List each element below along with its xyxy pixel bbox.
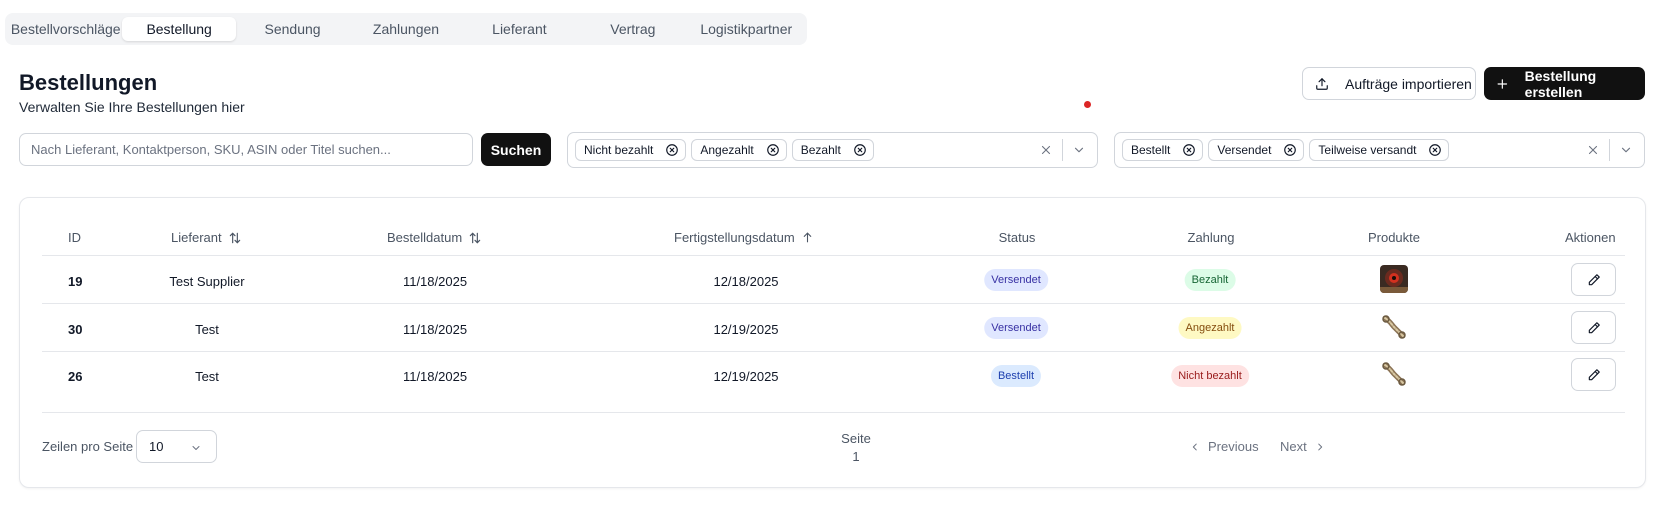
clear-icon[interactable] [1038, 142, 1054, 158]
column-header-fertigstellungsdatum[interactable]: Fertigstellungsdatum [674, 230, 814, 245]
create-order-label: Bestellung erstellen [1524, 67, 1597, 100]
chevron-left-icon [1192, 443, 1197, 450]
page-label: Seite [841, 431, 871, 446]
chevron-down-icon [192, 446, 200, 450]
page-number: 1 [852, 449, 860, 464]
column-header-id: ID [68, 230, 81, 245]
arrow-up-icon [803, 232, 811, 243]
remove-circle-icon[interactable] [1428, 143, 1442, 157]
row-divider [42, 303, 1625, 304]
sort-icon [229, 232, 240, 243]
cell-completion-date: 12/19/2025 [713, 322, 779, 337]
row-divider [42, 351, 1625, 352]
tab-bar: Bestellvorschläge Bestellung Sendung Zah… [5, 13, 807, 45]
payment-filter-select[interactable]: Nicht bezahlt Angezahlt Bezahlt [567, 132, 1098, 168]
tab-sendung[interactable]: Sendung [236, 17, 349, 41]
tab-vertrag[interactable]: Vertrag [576, 17, 689, 41]
tab-lieferant[interactable]: Lieferant [463, 17, 576, 41]
rope-product-thumbnail[interactable] [1380, 313, 1408, 341]
payment-badge: Nicht bezahlt [1171, 365, 1249, 387]
search-button[interactable]: Suchen [481, 133, 551, 166]
sort-icon [469, 232, 481, 243]
remove-circle-icon[interactable] [1182, 143, 1196, 157]
rows-per-page-select[interactable]: 10 [136, 430, 217, 463]
payment-badge: Angezahlt [1178, 317, 1242, 339]
divider [1609, 139, 1610, 161]
filter-chip-angezahlt: Angezahlt [691, 139, 787, 161]
column-header-produkte: Produkte [1367, 230, 1421, 245]
pencil-icon [1588, 273, 1600, 285]
cell-id: 30 [68, 322, 83, 337]
chevron-down-icon[interactable] [1618, 142, 1634, 158]
edit-button[interactable] [1571, 358, 1616, 391]
remove-circle-icon[interactable] [1283, 143, 1297, 157]
pencil-icon [1588, 321, 1600, 333]
cell-id: 26 [68, 369, 83, 384]
status-badge: Bestellt [990, 365, 1042, 387]
next-page-button[interactable]: Next [1280, 439, 1325, 454]
notification-dot [1084, 101, 1091, 108]
page-subtitle: Verwalten Sie Ihre Bestellungen hier [19, 99, 245, 115]
create-order-button[interactable]: Bestellung erstellen [1484, 67, 1645, 100]
remove-circle-icon[interactable] [665, 143, 679, 157]
column-header-zahlung: Zahlung [1187, 230, 1235, 245]
import-orders-button[interactable]: Aufträge importieren [1302, 67, 1476, 100]
filter-chip-bezahlt: Bezahlt [791, 139, 874, 161]
upload-icon [1316, 77, 1328, 90]
tab-bestellung[interactable]: Bestellung [122, 17, 236, 41]
filter-chip-bestellt: Bestellt [1122, 139, 1204, 161]
import-orders-label: Aufträge importieren [1345, 75, 1472, 92]
cell-supplier: Test [195, 369, 219, 384]
filter-chip-label: Bestellt [1131, 143, 1171, 157]
rows-per-page-label: Zeilen pro Seite [42, 439, 134, 454]
filter-chip-label: Bezahlt [800, 143, 841, 157]
cell-id: 19 [68, 274, 83, 289]
chevron-down-icon[interactable] [1071, 142, 1087, 158]
rope-product-thumbnail[interactable] [1380, 360, 1408, 388]
chevron-right-icon [1317, 443, 1322, 450]
filter-chip-label: Angezahlt [700, 143, 754, 157]
cell-supplier: Test Supplier [169, 274, 245, 289]
remove-circle-icon[interactable] [853, 143, 867, 157]
filter-chip-label: Nicht bezahlt [584, 143, 654, 157]
clear-icon[interactable] [1585, 142, 1601, 158]
divider [1062, 139, 1063, 161]
filter-chip-label: Versendet [1217, 143, 1272, 157]
filter-chip-nicht-bezahlt: Nicht bezahlt [575, 139, 687, 161]
previous-page-label: Previous [1208, 439, 1259, 454]
payment-badge: Bezahlt [1184, 269, 1236, 291]
previous-page-button[interactable]: Previous [1190, 439, 1259, 454]
cell-order-date: 11/18/2025 [402, 274, 468, 289]
column-header-lieferant[interactable]: Lieferant [171, 230, 242, 245]
cell-completion-date: 12/18/2025 [713, 274, 779, 289]
status-badge: Versendet [984, 269, 1048, 291]
page-title: Bestellungen [19, 70, 158, 95]
filter-chip-label: Teilweise versandt [1318, 143, 1417, 157]
cell-order-date: 11/18/2025 [402, 369, 468, 384]
column-header-bestelldatum[interactable]: Bestelldatum [387, 230, 482, 245]
edit-button[interactable] [1571, 311, 1616, 344]
tab-zahlungen[interactable]: Zahlungen [349, 17, 462, 41]
cell-supplier: Test [195, 322, 219, 337]
cell-completion-date: 12/19/2025 [713, 369, 779, 384]
footer-divider [42, 412, 1625, 413]
remove-circle-icon[interactable] [766, 143, 780, 157]
filter-chip-versendet: Versendet [1208, 139, 1305, 161]
search-input[interactable] [19, 133, 473, 166]
tab-bestellvorschlaege[interactable]: Bestellvorschläge [9, 17, 122, 41]
tab-logistikpartner[interactable]: Logistikpartner [690, 17, 803, 41]
next-page-label: Next [1280, 439, 1307, 454]
edit-button[interactable] [1571, 263, 1616, 296]
status-filter-select[interactable]: Bestellt Versendet Teilweise versandt [1114, 132, 1645, 168]
status-badge: Versendet [984, 317, 1048, 339]
rows-per-page-value: 10 [149, 439, 164, 454]
column-header-status: Status [998, 230, 1036, 245]
filter-chip-teilweise-versandt: Teilweise versandt [1309, 139, 1450, 161]
header-divider [42, 255, 1625, 256]
cell-order-date: 11/18/2025 [402, 322, 468, 337]
dark-product-thumbnail[interactable] [1380, 265, 1408, 293]
pencil-icon [1588, 368, 1600, 380]
plus-icon [1497, 78, 1508, 89]
column-header-aktionen: Aktionen [1565, 230, 1616, 245]
